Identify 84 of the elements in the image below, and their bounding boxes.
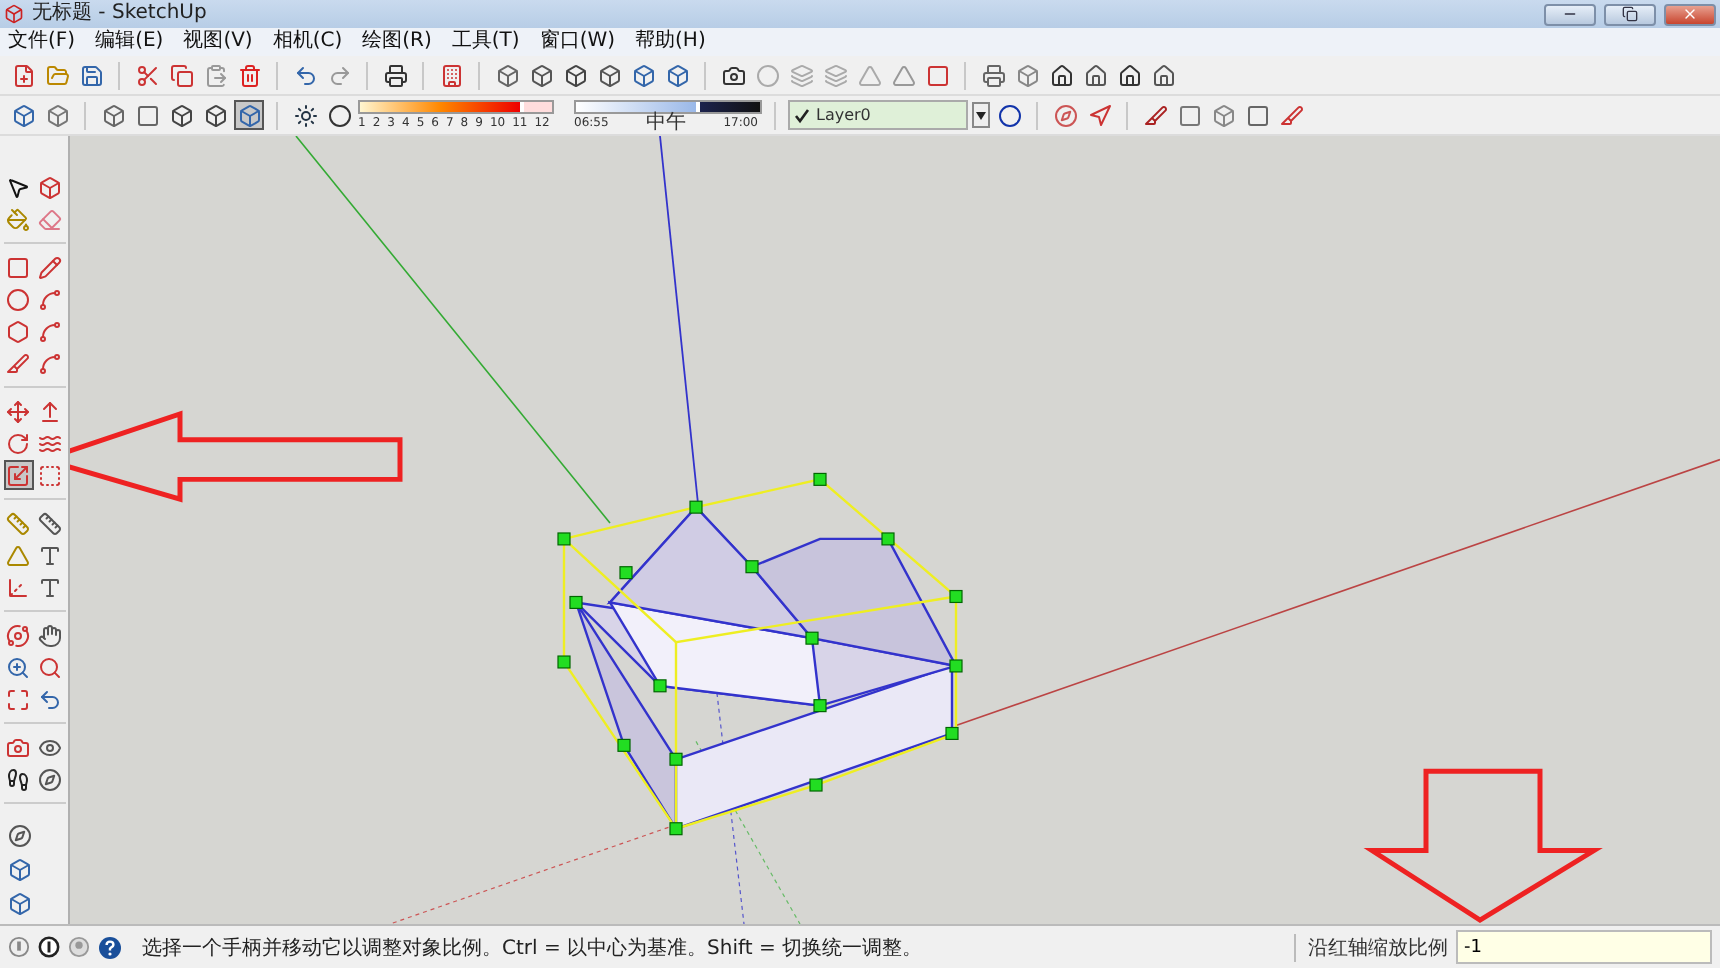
tape-measure-icon[interactable]: [3, 508, 33, 538]
compass-icon[interactable]: [4, 820, 34, 850]
printer-icon[interactable]: [978, 60, 1008, 90]
box-icon[interactable]: [35, 172, 65, 202]
layer-dropdown[interactable]: Layer0: [788, 100, 968, 130]
menu-item[interactable]: 编辑(E): [95, 28, 164, 56]
user-icon: [68, 936, 90, 958]
cube-icon[interactable]: [8, 100, 38, 130]
month-slider[interactable]: [358, 99, 554, 113]
cube-icon[interactable]: [526, 60, 556, 90]
cube-icon[interactable]: [4, 854, 34, 884]
cube-icon[interactable]: [628, 60, 658, 90]
hand-icon[interactable]: [35, 620, 65, 650]
app-logo-icon: [4, 4, 24, 24]
curve-icon[interactable]: [35, 284, 65, 314]
scissors-icon[interactable]: [132, 60, 162, 90]
cube-icon[interactable]: [594, 60, 624, 90]
measurement-label: 沿红轴缩放比例: [1294, 933, 1448, 961]
menu-item[interactable]: 绘图(R): [362, 28, 432, 56]
sun-icon[interactable]: [290, 100, 320, 130]
square-icon[interactable]: [1174, 100, 1204, 130]
cube-icon[interactable]: [200, 100, 230, 130]
restore-button[interactable]: [1604, 3, 1656, 25]
trash-icon[interactable]: [234, 60, 264, 90]
info-icon: [38, 936, 60, 958]
square-icon[interactable]: [922, 60, 952, 90]
time-slider[interactable]: [574, 99, 762, 113]
cube-icon[interactable]: [560, 60, 590, 90]
dimension-icon[interactable]: [35, 508, 65, 538]
dropdown-caret-button[interactable]: [972, 102, 990, 128]
time-mid-label: 中午: [646, 113, 686, 131]
close-icon: [1682, 6, 1698, 22]
cube-icon[interactable]: [492, 60, 522, 90]
restore-icon: [1622, 6, 1638, 22]
pencil-icon[interactable]: [35, 252, 65, 282]
help-icon[interactable]: [98, 935, 122, 959]
circle-icon[interactable]: [994, 100, 1024, 130]
caret-icon: [976, 111, 986, 119]
square-icon[interactable]: [132, 100, 162, 130]
copy-icon[interactable]: [166, 60, 196, 90]
triangle-icon[interactable]: [888, 60, 918, 90]
zoom-extents-icon[interactable]: [3, 684, 33, 714]
square-icon[interactable]: [1242, 100, 1272, 130]
cube-icon[interactable]: [166, 100, 196, 130]
polygon-icon[interactable]: [3, 316, 33, 346]
scale-icon[interactable]: [3, 460, 33, 490]
menu-item[interactable]: 帮助(H): [635, 28, 706, 56]
move-icon[interactable]: [3, 396, 33, 426]
cube-icon[interactable]: [662, 60, 692, 90]
menu-item[interactable]: 相机(C): [272, 28, 343, 56]
status-hint: 选择一个手柄并移动它以调整对象比例。Ctrl = 以中心为基准。Shift = 切换统一调整。: [142, 935, 924, 961]
footprints-icon[interactable]: [3, 764, 33, 794]
cube-icon[interactable]: [42, 100, 72, 130]
cube-icon[interactable]: [234, 100, 264, 130]
location-icon: [8, 936, 30, 958]
layer-name: Layer0: [816, 106, 871, 124]
compass-icon[interactable]: [1050, 100, 1080, 130]
folder-icon[interactable]: [42, 60, 72, 90]
measurement-field[interactable]: -1: [1456, 930, 1712, 964]
house-icon[interactable]: [1148, 60, 1178, 90]
house-icon[interactable]: [1080, 60, 1110, 90]
menu-item[interactable]: 视图(V): [183, 28, 253, 56]
rectangle-icon[interactable]: [3, 252, 33, 282]
arc-icon[interactable]: [35, 348, 65, 378]
circle-icon[interactable]: [324, 100, 354, 130]
protractor-icon[interactable]: [3, 540, 33, 570]
zoom-window-icon[interactable]: [35, 652, 65, 682]
house-icon[interactable]: [1046, 60, 1076, 90]
menu-item[interactable]: 工具(T): [451, 28, 520, 56]
printer-icon[interactable]: [380, 60, 410, 90]
arc-icon[interactable]: [35, 316, 65, 346]
box-icon[interactable]: [1208, 100, 1238, 130]
save-icon[interactable]: [76, 60, 106, 90]
cube-icon[interactable]: [98, 100, 128, 130]
menu-item[interactable]: 窗口(W): [539, 28, 616, 56]
zoom-icon[interactable]: [3, 652, 33, 682]
compass-icon[interactable]: [35, 764, 65, 794]
window-title: 无标题 - SketchUp: [32, 0, 209, 28]
house-icon[interactable]: [1114, 60, 1144, 90]
rotate-icon[interactable]: [3, 428, 33, 458]
offset-icon[interactable]: [35, 460, 65, 490]
menu-item[interactable]: 文件(F): [8, 28, 76, 56]
orbit-icon[interactable]: [3, 620, 33, 650]
cube-icon[interactable]: [4, 888, 34, 918]
